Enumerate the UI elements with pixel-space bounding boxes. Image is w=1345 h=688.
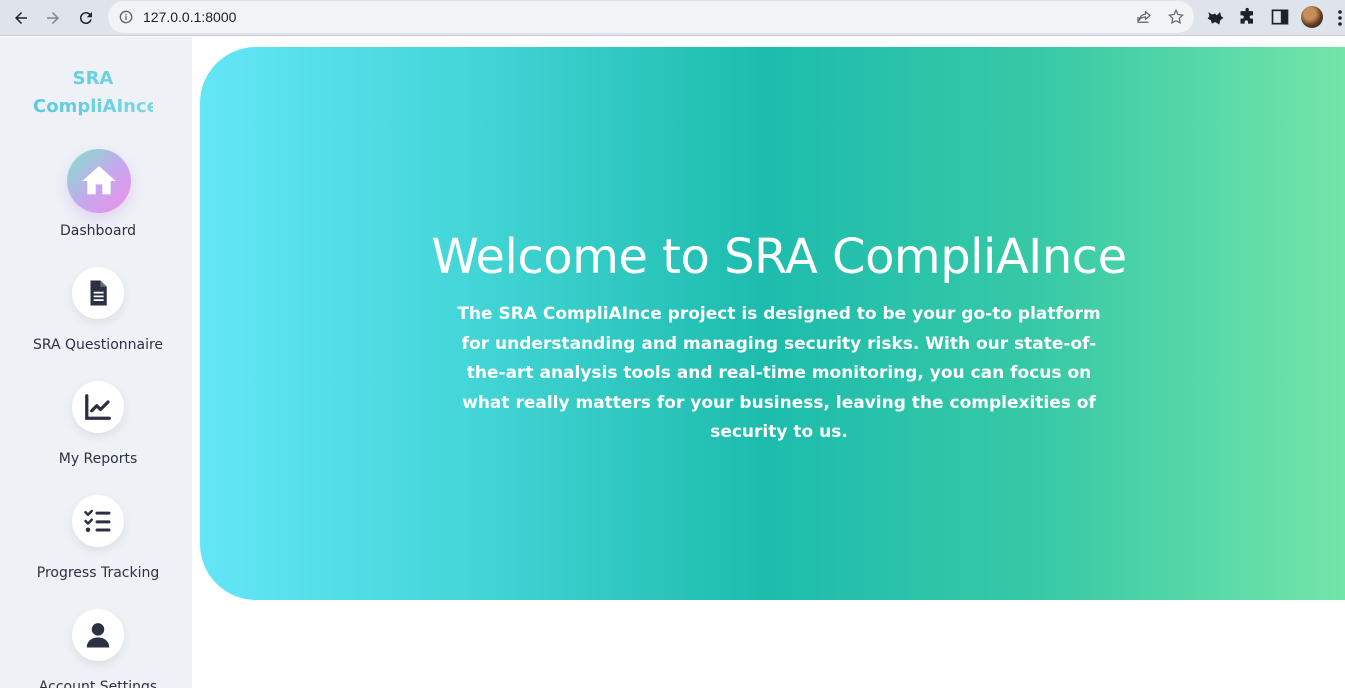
sidebar-item-label: My Reports [58,451,138,467]
arrow-right-icon [47,12,59,24]
info-icon[interactable] [119,10,133,24]
nav-circle-dashboard[interactable] [67,149,131,213]
forward-button[interactable] [41,6,65,30]
reload-button[interactable] [74,6,98,30]
nav-circle-account[interactable] [72,609,124,661]
browser-toolbar: 127.0.0.1:8000 [0,0,1345,36]
sidebar-item-progress-tracking[interactable]: Progress Tracking [0,495,196,587]
checklist-icon [84,509,111,532]
sidebar-item-label: SRA Questionnaire [32,337,164,353]
brand-logo-text[interactable]: SRA CompliAInce [33,65,159,121]
cat-icon [1207,12,1224,25]
share-icon[interactable] [1135,8,1153,26]
reload-icon [79,12,92,25]
sidebar-item-account-settings[interactable]: Account Settings [0,609,196,688]
more-icon[interactable] [1337,9,1343,27]
document-icon [90,280,107,306]
url-text: 127.0.0.1:8000 [143,9,237,25]
sidebar-item-my-reports[interactable]: My Reports [0,381,196,473]
sidebar-item-sra-questionnaire[interactable]: SRA Questionnaire [0,267,196,359]
nav-circle-questionnaire[interactable] [72,267,124,319]
hero-title: Welcome to SRA CompliAInce [431,229,1127,285]
sidebar-item-label: Dashboard [60,223,136,239]
nav-circle-progress[interactable] [72,495,124,547]
sidebar-item-label: Progress Tracking [36,565,160,581]
sidebar-item-label: Account Settings [38,679,158,688]
sidebar-item-dashboard[interactable]: Dashboard [0,149,196,244]
puzzle-icon [1240,7,1253,24]
user-icon [86,623,110,648]
star-icon[interactable] [1167,8,1185,26]
side-panel-icon [1271,9,1289,25]
sidebar: SRA CompliAInce Dashboard SRA Questionna… [0,37,192,688]
chart-line-icon [85,394,111,420]
nav-circle-reports[interactable] [72,381,124,433]
profile-avatar[interactable] [1301,6,1323,28]
extension-icon[interactable] [1206,7,1226,27]
extensions-button[interactable] [1238,7,1258,27]
back-button[interactable] [9,6,33,30]
hero-description: The SRA CompliAInce project is designed … [457,304,1101,442]
address-bar[interactable]: 127.0.0.1:8000 [108,1,1194,33]
home-icon [82,166,116,195]
side-panel-button[interactable] [1270,7,1290,27]
arrow-left-icon [15,12,27,24]
